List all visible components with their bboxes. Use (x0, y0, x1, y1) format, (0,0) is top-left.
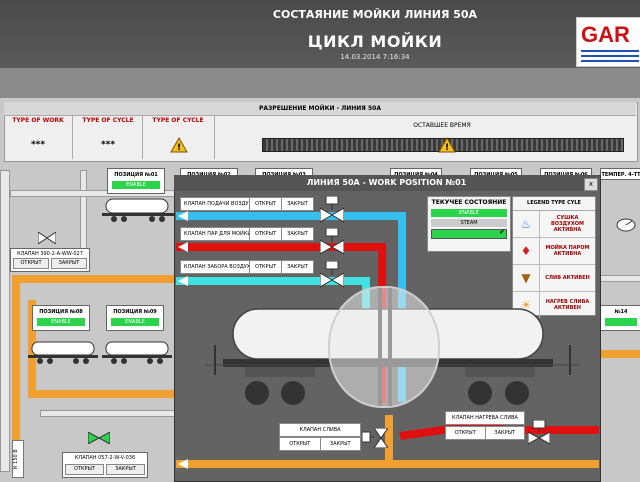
steam-wash-icon: ♦ (513, 238, 540, 264)
orange-pipe (12, 275, 20, 465)
type-of-work-value: *** (30, 140, 46, 150)
page-title: ЦИКЛ МОЙКИ (307, 32, 443, 51)
state-progress-bar: ✔ (431, 228, 507, 239)
status-badge: ENABLE (112, 181, 160, 189)
drain-valve-label: КЛАПАН СЛИВА (279, 423, 361, 437)
valve-icon[interactable] (38, 232, 56, 244)
warning-icon: ! (438, 136, 456, 157)
tank-car-icon (28, 341, 98, 364)
legend-title: LEGEND TYPE CYLE (513, 197, 595, 211)
air-supply-valve-control: КЛАПАН ПОДАЧИ ВОЗДУХА ОТКРЫТ ЗАКРЫТ (180, 197, 314, 211)
air-supply-pipe (176, 212, 406, 220)
station-card[interactable]: ПОЗИЦИЯ №01 ENABLE (107, 168, 165, 194)
section-title: СОСТАЯНИЕ МОЙКИ ЛИНИЯ 50А (272, 8, 478, 21)
side-tag: К 150 В (12, 440, 24, 478)
open-button[interactable]: ОТКРЫТ (250, 228, 283, 240)
legend-item: ▼ СЛИВ АКТИВЕН (513, 265, 595, 292)
remaining-time-label: ОСТАВШЕЕ ВРЕМЯ (413, 122, 471, 129)
gauge-icon (616, 218, 636, 232)
tank-car-icon (102, 198, 174, 222)
type-of-cycle-value: *** (100, 140, 116, 150)
steam-valve-control: КЛАПАН ПАР ДЛЯ МОЙКИ ОТКРЫТ ЗАКРЫТ (180, 227, 314, 241)
grey-pipe (40, 410, 177, 417)
green-valve-icon[interactable] (88, 432, 110, 444)
legend-item: ♦ МОЙКА ПАРОМ АКТИВНА (513, 238, 595, 265)
close-button[interactable]: ЗАКРЫТ (282, 198, 313, 210)
dialog-close-button[interactable]: x (584, 178, 598, 191)
valve-icon[interactable] (320, 261, 344, 291)
tank-car-icon (102, 341, 172, 364)
grey-pipe (0, 170, 10, 472)
arrow-left-icon (178, 459, 188, 469)
legend-item: ♨ СУШКА ВОЗДУХОМ АКТИВНА (513, 211, 595, 238)
open-button[interactable]: ОТКРЫТ (446, 427, 486, 439)
valve-panel: КЛАПАН 390-2-А-WW-027 ОТКРЫТ ЗАКРЫТ (10, 248, 90, 272)
magnifier-lens (328, 286, 440, 408)
close-button[interactable]: ЗАКРЫТ (282, 228, 313, 240)
air-intake-valve-control: КЛАПАН ЗАБОРА ВОЗДУХА ОТКРЫТ ЗАКРЫТ (180, 260, 314, 274)
check-icon: ✔ (499, 228, 505, 236)
drain-icon: ▼ (513, 265, 540, 291)
close-button[interactable]: ЗАКРЫТ (282, 261, 313, 273)
logo-text: GAR (581, 22, 630, 47)
drain-valve-control: ОТКРЫТ ЗАКРЫТ (279, 437, 361, 451)
status-badge: ENABLE (37, 318, 85, 326)
station-card[interactable]: ПОЗИЦИЯ №09 ENABLE (106, 305, 164, 331)
arrow-left-icon (178, 242, 188, 252)
svg-text:!: ! (177, 143, 181, 153)
station-card[interactable]: ПОЗИЦИЯ №08 ENABLE (32, 305, 90, 331)
station-card[interactable]: №14 (600, 305, 640, 331)
arrow-left-icon (178, 276, 188, 286)
orange-pipe (12, 275, 177, 283)
open-button[interactable]: ОТКРЫТ (250, 198, 283, 210)
warning-icon: ! (170, 136, 188, 157)
grey-pipe (600, 275, 640, 282)
drain-pipe (176, 460, 599, 468)
valve-icon[interactable] (320, 196, 344, 226)
air-drying-icon: ♨ (513, 211, 540, 237)
close-button[interactable]: ЗАКРЫТ (51, 258, 87, 269)
section-bar (0, 68, 640, 98)
type-of-cycle-header-2: TYPE OF CYCLE (152, 117, 204, 124)
arrow-left-icon (178, 211, 188, 221)
permission-title: РАЗРЕШЕНИЕ МОЙКИ - ЛИНИЯ 50А (4, 102, 636, 116)
heat-pipe (514, 426, 599, 434)
valve-icon[interactable] (528, 420, 550, 446)
open-button[interactable]: ОТКРЫТ (65, 464, 104, 475)
close-button[interactable]: ЗАКРЫТ (106, 464, 145, 475)
datetime-label: 14.03.2014 7:16:34 (340, 53, 410, 61)
type-of-work-header: TYPE OF WORK (12, 117, 64, 124)
steam-pipe (176, 243, 386, 251)
state-steam-badge: STEAM (431, 219, 507, 227)
valve-icon[interactable] (320, 228, 344, 258)
state-enable-badge: ENABLE (431, 209, 507, 217)
valve-panel: КЛАПАН 057-2-W-V-036 ОТКРЫТ ЗАКРЫТ (62, 452, 148, 478)
heat-valve-control: ОТКРЫТ ЗАКРЫТ (445, 426, 525, 440)
current-state-panel: ТЕКУЧЕЕ СОСТОЯНИЕ ENABLE STEAM ✔ (427, 196, 511, 252)
open-button[interactable]: ОТКРЫТ (280, 438, 321, 450)
open-button[interactable]: ОТКРЫТ (13, 258, 49, 269)
heat-valve-label: КЛАПАН НАГРЕВА СЛИВА (445, 411, 525, 425)
orange-pipe (598, 350, 640, 358)
svg-text:!: ! (445, 143, 449, 153)
valve-icon[interactable] (362, 428, 388, 448)
orange-pipe (28, 390, 176, 398)
state-title: ТЕКУЧЕЕ СОСТОЯНИЕ (431, 199, 507, 206)
open-button[interactable]: ОТКРЫТ (250, 261, 283, 273)
close-button[interactable]: ЗАКРЫТ (321, 438, 361, 450)
close-button[interactable]: ЗАКРЫТ (486, 427, 525, 439)
company-logo: GAR (576, 17, 640, 67)
dialog-title: ЛИНИЯ 50А - WORK POSITION №01 (174, 175, 599, 191)
station-card[interactable]: ТЕМПЕР. 4-ТТ (600, 168, 640, 180)
type-of-cycle-header: TYPE OF CYCLE (82, 117, 134, 124)
status-badge: ENABLE (111, 318, 159, 326)
